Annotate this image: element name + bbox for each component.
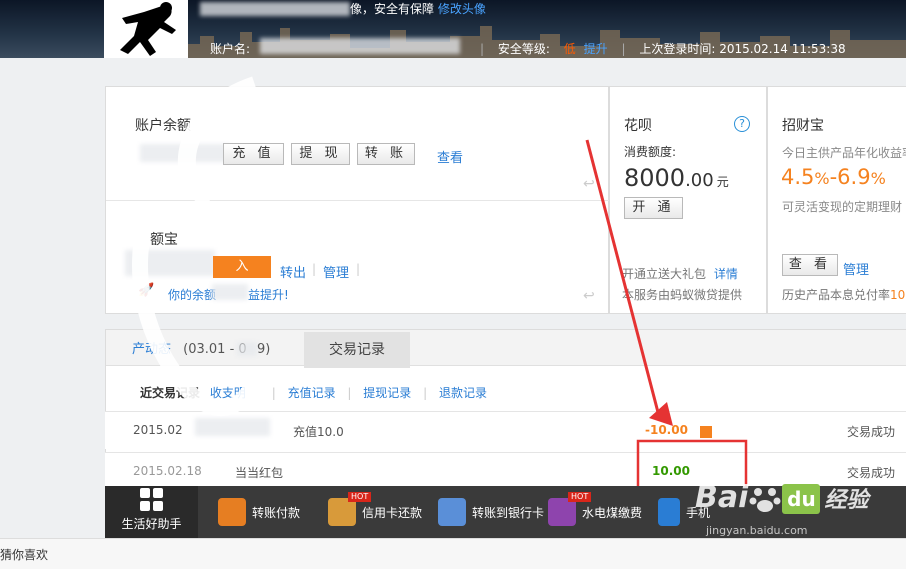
baidu-watermark: Bai du 经验: [695, 480, 868, 515]
to-bank-label: 转账到银行卡: [472, 505, 545, 520]
hot-badge-2: HOT: [568, 492, 592, 502]
helper-tile[interactable]: 生活好助手: [105, 486, 198, 538]
transfer-pay-label: 转账付款: [252, 505, 301, 520]
credit-card-label: 信用卡还款: [362, 505, 423, 520]
phone-icon: [658, 498, 680, 526]
watermark-url: jingyan.baidu.com: [706, 524, 808, 537]
utility-icon: HOT: [548, 492, 592, 526]
watermark-jingyan: 经验: [824, 488, 869, 513]
guess-you-like-bar: 猜你喜欢: [0, 538, 906, 569]
transfer-pay-item[interactable]: 转账付款: [218, 486, 300, 538]
utility-item[interactable]: HOT 水电煤缴费: [548, 486, 642, 538]
credit-card-item[interactable]: HOT 信用卡还款: [328, 486, 422, 538]
helper-label: 生活好助手: [121, 517, 182, 531]
watermark-du: du: [782, 483, 821, 514]
watermark-brand: Bai: [695, 480, 749, 515]
utility-label: 水电煤缴费: [582, 505, 643, 520]
credit-card-icon: HOT: [328, 492, 372, 526]
grid-icon: [140, 488, 164, 512]
guess-you-like[interactable]: 猜你喜欢: [0, 546, 48, 563]
wallet-icon: [218, 498, 246, 526]
hot-badge: HOT: [348, 492, 372, 502]
to-bank-item[interactable]: 转账到银行卡: [438, 486, 544, 538]
paw-icon: [748, 484, 782, 514]
bank-card-icon: [438, 498, 466, 526]
